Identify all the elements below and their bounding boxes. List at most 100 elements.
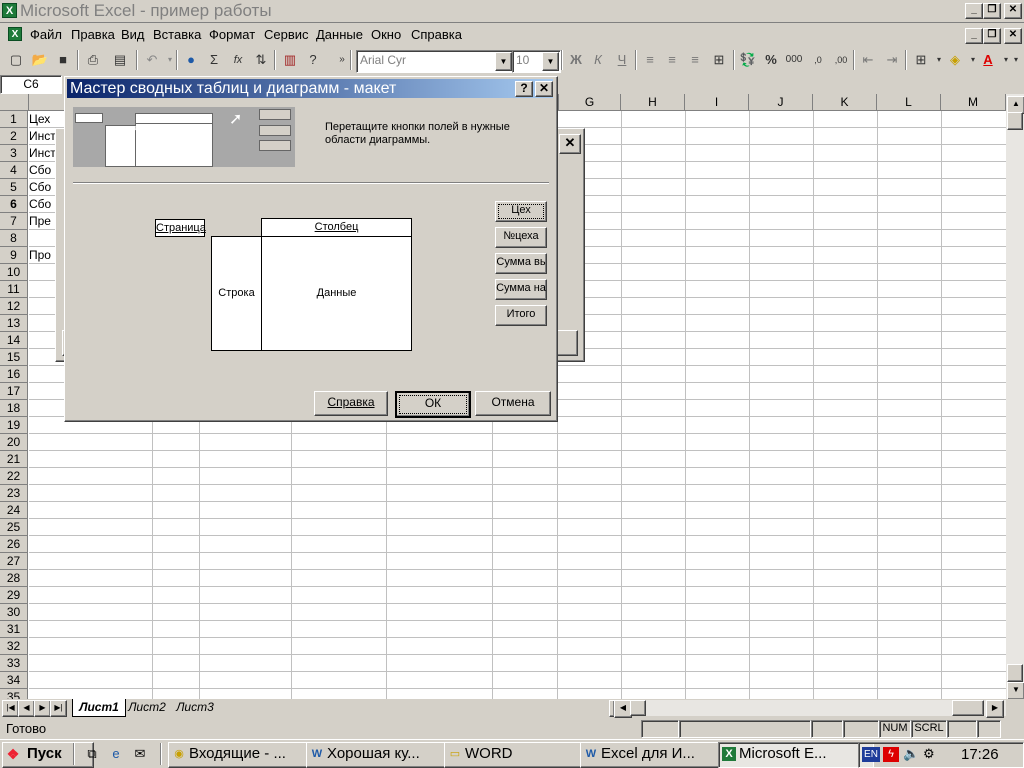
chevron-down-icon[interactable]: ▼ bbox=[495, 52, 512, 71]
row-header[interactable]: 28 bbox=[0, 570, 28, 587]
first-sheet-icon[interactable]: |◀ bbox=[2, 700, 19, 717]
row-header[interactable]: 35 bbox=[0, 689, 28, 699]
menu-help[interactable]: Справка bbox=[411, 27, 462, 42]
row-header[interactable]: 16 bbox=[0, 366, 28, 383]
close-button[interactable]: ✕ bbox=[1004, 3, 1022, 19]
decrease-indent-icon[interactable]: ⇤ bbox=[858, 50, 878, 70]
row-header[interactable]: 3 bbox=[0, 145, 28, 162]
currency-icon[interactable]: 💱 bbox=[738, 50, 758, 70]
sheet-tab-3[interactable]: Лист3 bbox=[174, 699, 216, 716]
row-header[interactable]: 1 bbox=[0, 111, 28, 128]
row-header[interactable]: 21 bbox=[0, 451, 28, 468]
excel-app-icon[interactable]: X bbox=[2, 3, 17, 18]
row-header[interactable]: 34 bbox=[0, 672, 28, 689]
bold-button[interactable]: Ж bbox=[566, 50, 586, 70]
antivirus-icon[interactable]: ϟ bbox=[883, 747, 899, 762]
menu-edit[interactable]: Правка bbox=[71, 27, 115, 42]
open-icon[interactable]: 📂 bbox=[30, 50, 50, 70]
font-name-combo[interactable]: Arial Cyr ▼ bbox=[356, 50, 514, 73]
hscroll-thumb-end[interactable] bbox=[952, 700, 984, 716]
cell-a[interactable]: Цех bbox=[29, 111, 65, 128]
row-header[interactable]: 9 bbox=[0, 247, 28, 264]
italic-button[interactable]: К bbox=[588, 50, 608, 70]
new-icon[interactable]: ▢ bbox=[6, 50, 26, 70]
select-all-corner[interactable] bbox=[0, 94, 29, 111]
menu-view[interactable]: Вид bbox=[121, 27, 145, 42]
task-word-excel[interactable]: W Excel для И... bbox=[580, 742, 736, 768]
next-sheet-icon[interactable]: ▶ bbox=[34, 700, 51, 717]
row-header[interactable]: 11 bbox=[0, 281, 28, 298]
doc-close-button[interactable]: ✕ bbox=[1004, 28, 1022, 44]
chart-wizard-icon[interactable]: ▥ bbox=[280, 50, 300, 70]
row-header[interactable]: 10 bbox=[0, 264, 28, 281]
help-button[interactable]: Справка bbox=[314, 391, 388, 416]
column-header-h[interactable]: H bbox=[621, 94, 685, 111]
dialog-help-icon[interactable]: ? bbox=[515, 81, 533, 97]
scroll-thumb[interactable] bbox=[1007, 112, 1023, 130]
outlook-icon[interactable]: ✉ bbox=[132, 746, 148, 762]
row-header[interactable]: 8 bbox=[0, 230, 28, 247]
background-close-icon[interactable]: ✕ bbox=[559, 134, 581, 154]
column-header-k[interactable]: K bbox=[813, 94, 877, 111]
row-header[interactable]: 32 bbox=[0, 638, 28, 655]
task-excel-active[interactable]: X Microsoft E... bbox=[718, 742, 874, 768]
toolbar-options-icon[interactable]: ▾ bbox=[1010, 50, 1022, 70]
menu-insert[interactable]: Вставка bbox=[153, 27, 201, 42]
last-sheet-icon[interactable]: ▶| bbox=[50, 700, 67, 717]
menu-window[interactable]: Окно bbox=[371, 27, 401, 42]
hyperlink-icon[interactable]: ● bbox=[181, 50, 201, 70]
row-header[interactable]: 14 bbox=[0, 332, 28, 349]
prev-sheet-icon[interactable]: ◀ bbox=[18, 700, 35, 717]
minimize-button[interactable]: _ bbox=[965, 3, 983, 19]
vertical-scrollbar[interactable]: ▲ ▼ bbox=[1006, 94, 1024, 700]
column-header-j[interactable]: J bbox=[749, 94, 813, 111]
row-header[interactable]: 26 bbox=[0, 536, 28, 553]
show-desktop-icon[interactable]: ⧉ bbox=[84, 746, 100, 762]
internet-explorer-icon[interactable]: e bbox=[108, 746, 124, 762]
thousands-button[interactable]: 000 bbox=[784, 50, 804, 70]
align-right-icon[interactable]: ≡ bbox=[685, 50, 705, 70]
field-button-sum-output[interactable]: Сумма вь bbox=[495, 253, 547, 274]
scroll-down-icon[interactable]: ▼ bbox=[1007, 682, 1024, 700]
fill-color-icon[interactable]: ◈ bbox=[945, 50, 965, 70]
name-box[interactable]: C6 bbox=[0, 75, 62, 94]
cancel-button[interactable]: Отмена bbox=[475, 391, 551, 416]
row-header[interactable]: 30 bbox=[0, 604, 28, 621]
split-box[interactable] bbox=[1007, 664, 1023, 682]
horizontal-scrollbar[interactable]: ◀ ▶ bbox=[614, 700, 1006, 718]
row-header[interactable]: 6 bbox=[0, 196, 28, 213]
row-header[interactable]: 24 bbox=[0, 502, 28, 519]
undo-icon[interactable]: ↶ bbox=[142, 50, 162, 70]
data-drop-zone[interactable]: Данные bbox=[261, 236, 412, 351]
decrease-decimal-icon[interactable]: ,00 bbox=[831, 50, 851, 70]
sheet-tab-1[interactable]: Лист1 bbox=[72, 699, 126, 717]
row-header[interactable]: 29 bbox=[0, 587, 28, 604]
menu-tools[interactable]: Сервис bbox=[264, 27, 309, 42]
row-header[interactable]: 22 bbox=[0, 468, 28, 485]
field-button-total[interactable]: Итого bbox=[495, 305, 547, 326]
doc-minimize-button[interactable]: _ bbox=[965, 28, 983, 44]
row-header[interactable]: 19 bbox=[0, 417, 28, 434]
merge-center-icon[interactable]: ⊞ bbox=[709, 50, 729, 70]
row-header[interactable]: 5 bbox=[0, 179, 28, 196]
menu-format[interactable]: Формат bbox=[209, 27, 255, 42]
align-left-icon[interactable]: ≡ bbox=[640, 50, 660, 70]
column-header-l[interactable]: L bbox=[877, 94, 941, 111]
row-header[interactable]: 23 bbox=[0, 485, 28, 502]
row-header[interactable]: 20 bbox=[0, 434, 28, 451]
chevron-down-icon[interactable]: ▼ bbox=[542, 52, 559, 71]
align-center-icon[interactable]: ≡ bbox=[662, 50, 682, 70]
doc-restore-button[interactable]: ❐ bbox=[983, 28, 1001, 44]
scroll-right-icon[interactable]: ▶ bbox=[986, 700, 1004, 718]
background-button-edge[interactable] bbox=[556, 330, 578, 356]
task-inbox[interactable]: ◉ Входящие - ... bbox=[168, 742, 324, 768]
sort-icon[interactable]: ⇅ bbox=[251, 50, 271, 70]
column-header-m[interactable]: M bbox=[941, 94, 1006, 111]
hscroll-thumb[interactable] bbox=[630, 700, 646, 716]
row-drop-zone[interactable]: Строка bbox=[211, 236, 262, 351]
row-header[interactable]: 12 bbox=[0, 298, 28, 315]
borders-icon[interactable]: ⊞ bbox=[911, 50, 931, 70]
increase-decimal-icon[interactable]: ,0 bbox=[808, 50, 828, 70]
more-buttons-icon[interactable]: » bbox=[332, 50, 352, 70]
save-icon[interactable]: ■ bbox=[53, 50, 73, 70]
